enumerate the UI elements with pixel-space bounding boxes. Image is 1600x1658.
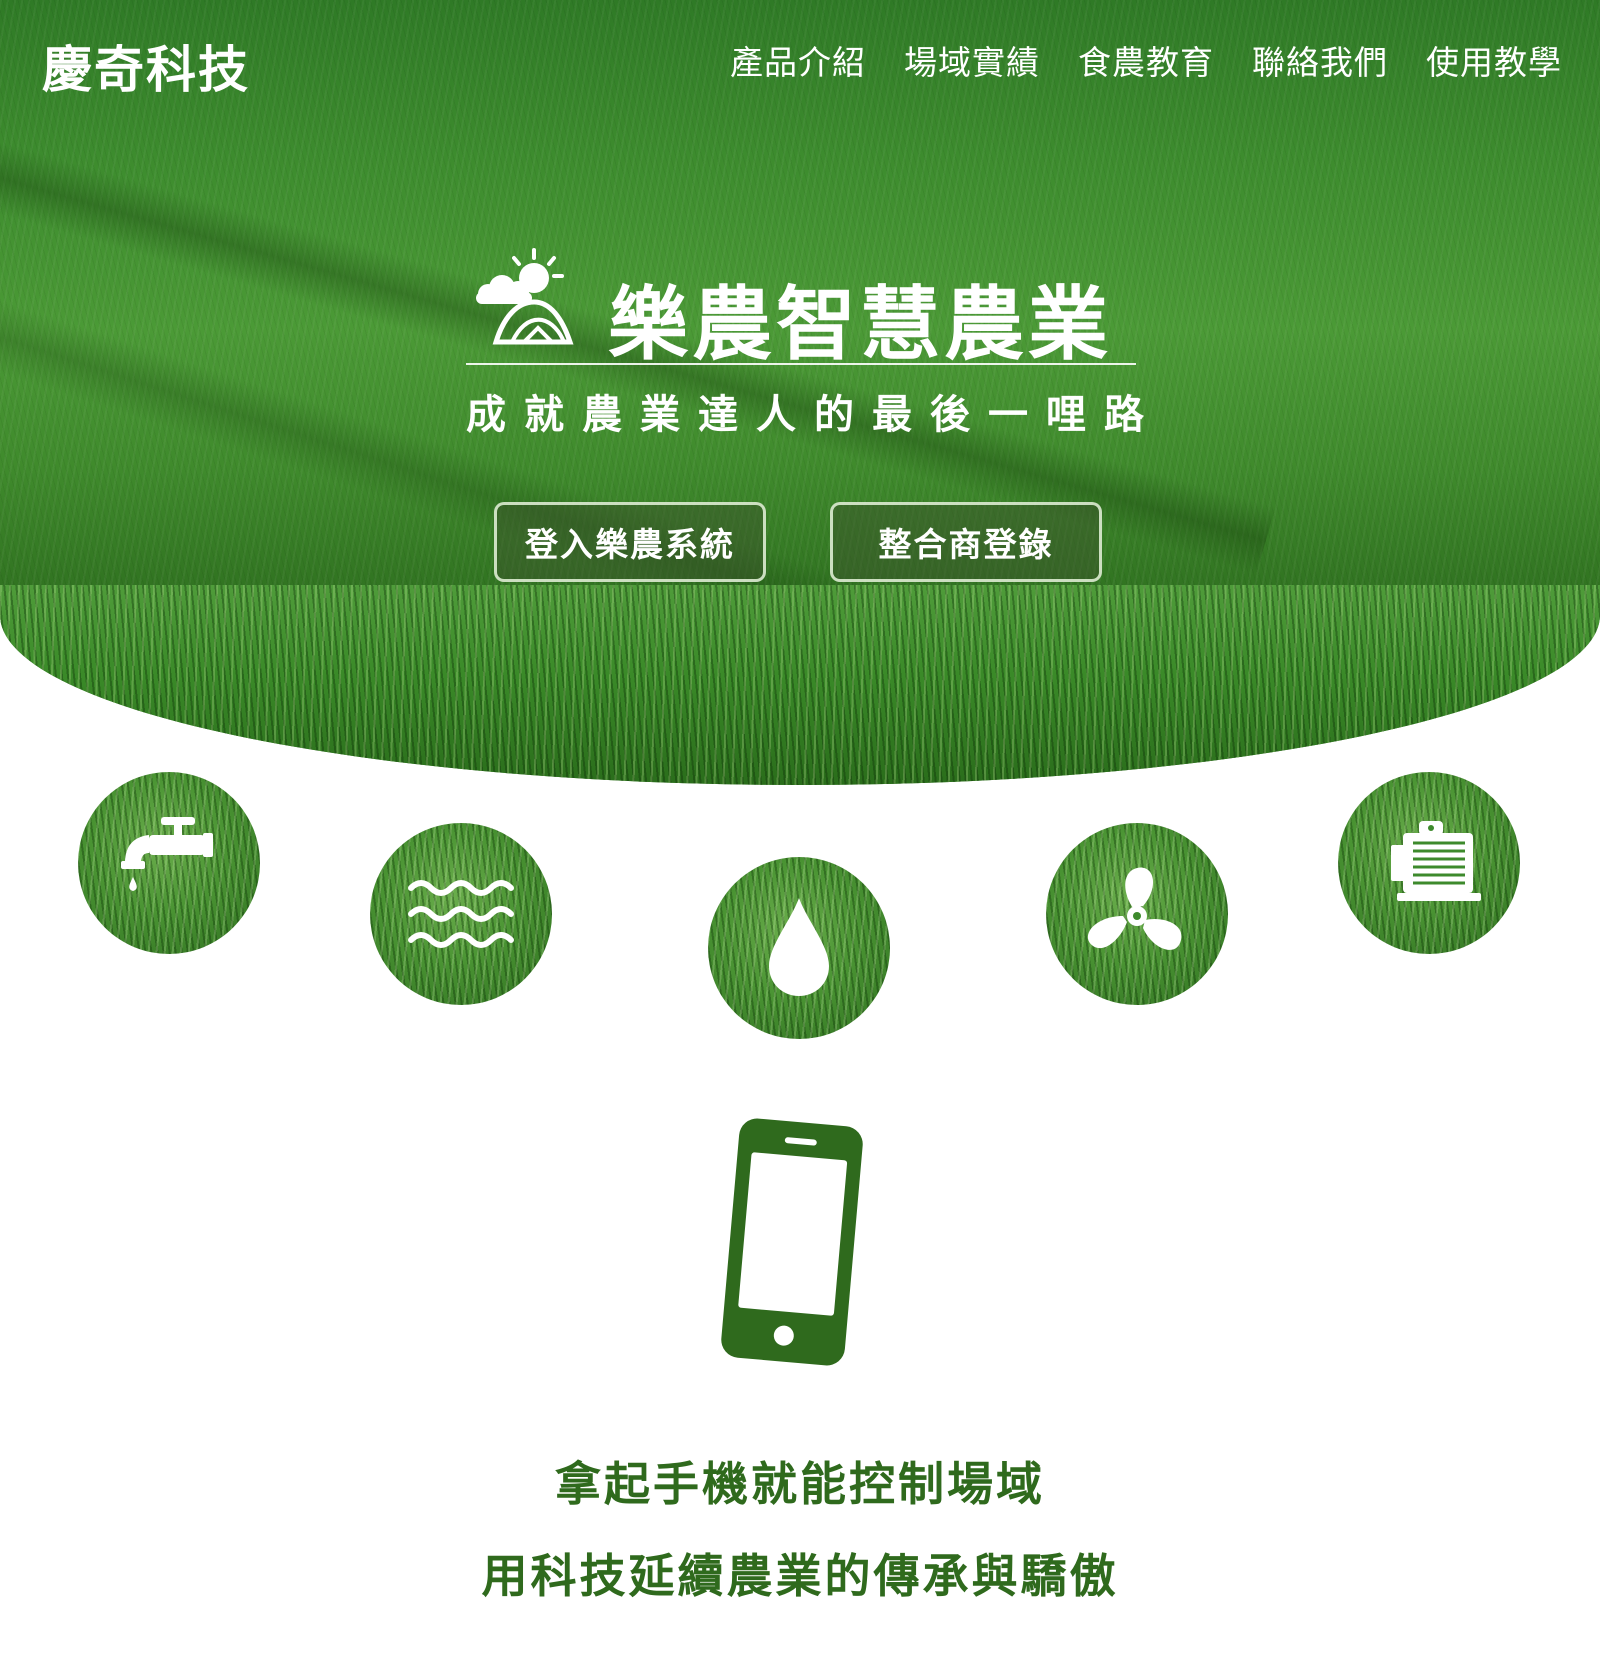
login-system-button[interactable]: 登入樂農系統: [494, 502, 766, 582]
water-drop-circle: [708, 857, 890, 1039]
sun-cloud-mountain-logo-icon: [476, 248, 574, 345]
grass-foreground: [0, 585, 1600, 785]
motor-circle: [1338, 772, 1520, 954]
nav-item-food-education[interactable]: 食農教育: [1078, 36, 1214, 84]
smartphone-icon: [721, 1118, 863, 1366]
brand-divider: [466, 363, 1136, 365]
integrator-login-button[interactable]: 整合商登錄: [830, 502, 1102, 582]
nav-item-contact[interactable]: 聯絡我們: [1252, 36, 1388, 84]
tagline-heritage: 用科技延續農業的傳承與驕傲: [481, 1549, 1119, 1603]
fan-icon: [1087, 867, 1182, 950]
nav-item-products[interactable]: 產品介紹: [730, 36, 866, 84]
nav-item-cases[interactable]: 場域實績: [904, 36, 1040, 84]
fan-circle: [1046, 823, 1228, 1005]
tagline-control: 拿起手機就能控制場域: [555, 1457, 1045, 1511]
nav-item-tutorial[interactable]: 使用教學: [1426, 36, 1562, 84]
water-waves-icon: [408, 880, 514, 948]
faucet-icon: [121, 817, 213, 891]
water-waves-circle: [370, 823, 552, 1005]
main-nav: 產品介紹 場域實績 食農教育 聯絡我們 使用教學: [730, 36, 1562, 84]
faucet-circle: [78, 772, 260, 954]
brand-title: 樂農智慧農業: [608, 278, 1112, 371]
motor-icon: [1391, 821, 1481, 901]
site-logo[interactable]: 慶奇科技: [42, 30, 250, 102]
brand-slogan: 成就農業達人的最後一哩路: [466, 392, 1162, 438]
hero-banner: 慶奇科技 產品介紹 場域實績 食農教育 聯絡我們 使用教學 樂農智慧農業 成就農…: [0, 0, 1600, 785]
water-drop-icon: [769, 898, 829, 996]
